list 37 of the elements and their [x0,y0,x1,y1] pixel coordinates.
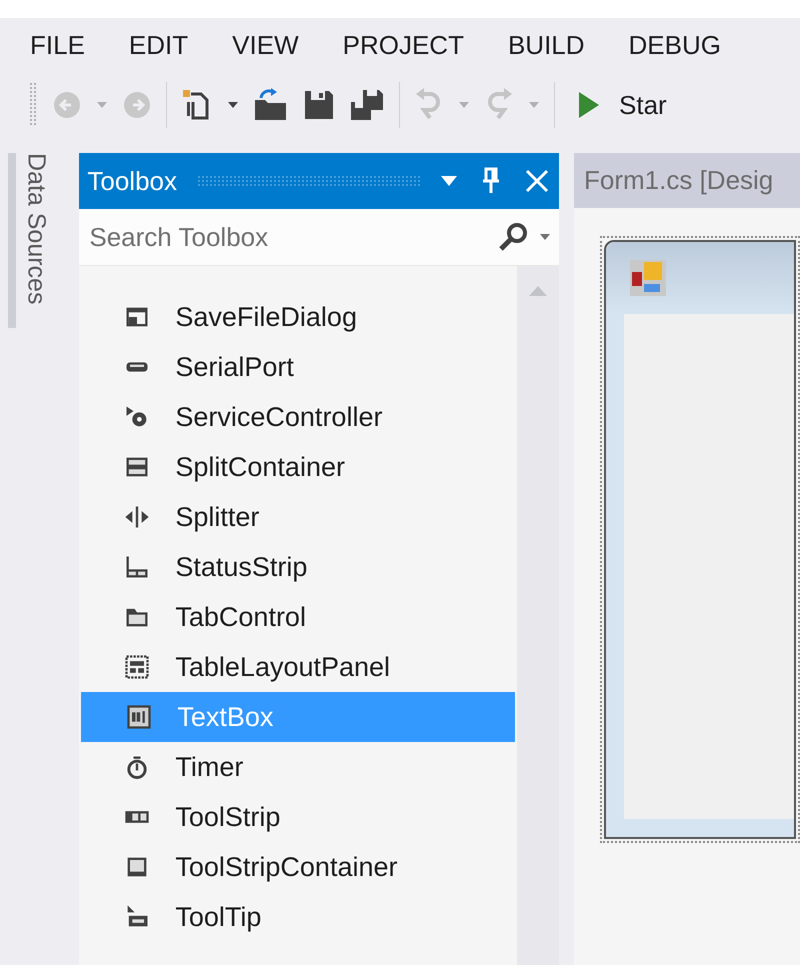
toolbox-item[interactable]: ToolTip [79,892,517,942]
start-button[interactable]: Star [569,92,667,118]
open-folder-icon[interactable] [253,88,289,122]
toolbox-item[interactable]: TabControl [79,592,517,642]
caret-icon[interactable] [227,101,239,109]
search-field[interactable]: Search Toolbox [89,218,497,256]
menu-item[interactable]: BUILD [508,32,585,58]
save-icon[interactable] [303,89,335,121]
menu-item[interactable]: FILE [30,32,85,58]
search-icon[interactable] [496,221,529,253]
pin-icon[interactable] [480,167,501,195]
form-icon [630,260,666,296]
dropdown-icon[interactable] [440,176,457,186]
caret-icon[interactable] [538,233,551,241]
text-field-icon [125,703,154,731]
toolbox-item[interactable]: TableLayoutPanel [79,642,517,692]
save-all-icon[interactable] [349,88,385,122]
side-tab[interactable]: Data Sources [8,153,48,328]
close-icon[interactable] [524,169,549,193]
search-bar[interactable]: Search Toolbox [79,209,559,266]
grip-icon [30,83,38,127]
toolbox-item[interactable]: ToolStripContainer [79,842,517,892]
toolbox-item[interactable]: SaveFileDialog [79,292,517,342]
menu-item[interactable]: EDIT [128,32,188,58]
toolbox-item[interactable]: ServiceController [79,392,517,442]
toolbox-item[interactable]: SplitContainer [79,442,517,492]
toolbox-item[interactable]: ToolStrip [79,792,517,842]
menu-item[interactable]: DEBUG [628,32,721,58]
toolbox-item[interactable]: Splitter [79,492,517,542]
table-grid-icon [123,653,152,681]
panel-title: Toolbox [87,168,177,194]
menu-item[interactable]: PROJECT [342,32,464,58]
toolbox-item[interactable]: Timer [79,742,517,792]
play-icon [579,92,599,118]
toolbox-item[interactable]: StatusStrip [79,542,517,592]
menu-item[interactable]: VIEW [232,32,299,58]
toolbox-item[interactable]: SerialPort [79,342,517,392]
